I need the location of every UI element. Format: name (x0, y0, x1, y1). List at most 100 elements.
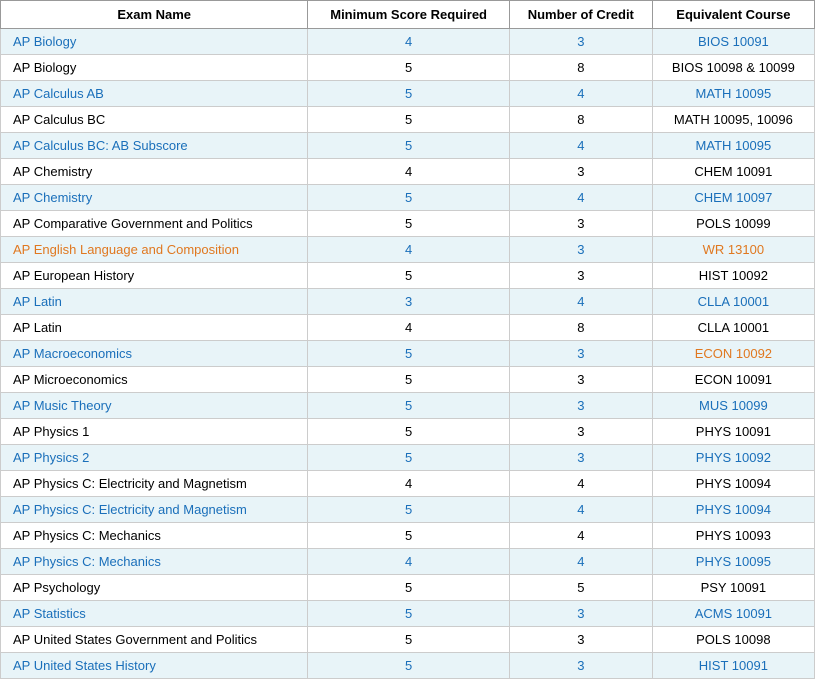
credits-cell: 4 (509, 471, 652, 497)
exam-name-cell: AP Statistics (1, 601, 308, 627)
equivalent-course-cell: CLLA 10001 (652, 289, 814, 315)
exam-name-cell: AP Chemistry (1, 185, 308, 211)
column-header: Number of Credit (509, 1, 652, 29)
min-score-cell: 5 (308, 55, 510, 81)
table-row: AP Biology58BIOS 10098 & 10099 (1, 55, 815, 81)
exam-name-cell: AP English Language and Composition (1, 237, 308, 263)
equivalent-course-cell: POLS 10099 (652, 211, 814, 237)
equivalent-course-cell: ACMS 10091 (652, 601, 814, 627)
table-row: AP Chemistry54CHEM 10097 (1, 185, 815, 211)
equivalent-course-cell: MUS 10099 (652, 393, 814, 419)
table-row: AP Chemistry43CHEM 10091 (1, 159, 815, 185)
min-score-cell: 5 (308, 367, 510, 393)
min-score-cell: 4 (308, 471, 510, 497)
table-row: AP United States Government and Politics… (1, 627, 815, 653)
min-score-cell: 5 (308, 523, 510, 549)
table-row: AP Physics C: Mechanics44PHYS 10095 (1, 549, 815, 575)
credits-cell: 8 (509, 315, 652, 341)
column-header: Exam Name (1, 1, 308, 29)
credits-cell: 3 (509, 211, 652, 237)
equivalent-course-cell: BIOS 10091 (652, 29, 814, 55)
min-score-cell: 5 (308, 627, 510, 653)
table-row: AP Physics C: Mechanics54PHYS 10093 (1, 523, 815, 549)
table-row: AP Comparative Government and Politics53… (1, 211, 815, 237)
credits-cell: 3 (509, 237, 652, 263)
min-score-cell: 5 (308, 393, 510, 419)
table-row: AP Physics 153PHYS 10091 (1, 419, 815, 445)
table-row: AP Biology43BIOS 10091 (1, 29, 815, 55)
credits-cell: 4 (509, 289, 652, 315)
min-score-cell: 5 (308, 211, 510, 237)
table-row: AP Macroeconomics53ECON 10092 (1, 341, 815, 367)
credits-cell: 5 (509, 575, 652, 601)
exam-name-cell: AP Psychology (1, 575, 308, 601)
credits-cell: 3 (509, 341, 652, 367)
credits-cell: 3 (509, 159, 652, 185)
equivalent-course-cell: CHEM 10091 (652, 159, 814, 185)
min-score-cell: 5 (308, 653, 510, 679)
credits-cell: 3 (509, 445, 652, 471)
equivalent-course-cell: ECON 10092 (652, 341, 814, 367)
exam-name-cell: AP United States Government and Politics (1, 627, 308, 653)
min-score-cell: 5 (308, 497, 510, 523)
exam-name-cell: AP European History (1, 263, 308, 289)
table-row: AP Calculus AB54MATH 10095 (1, 81, 815, 107)
min-score-cell: 5 (308, 575, 510, 601)
table-row: AP Physics C: Electricity and Magnetism4… (1, 471, 815, 497)
credits-cell: 3 (509, 263, 652, 289)
exam-name-cell: AP Biology (1, 55, 308, 81)
table-row: AP United States History53HIST 10091 (1, 653, 815, 679)
credits-cell: 4 (509, 549, 652, 575)
equivalent-course-cell: WR 13100 (652, 237, 814, 263)
min-score-cell: 5 (308, 341, 510, 367)
equivalent-course-cell: HIST 10092 (652, 263, 814, 289)
exam-name-cell: AP Latin (1, 315, 308, 341)
equivalent-course-cell: MATH 10095 (652, 81, 814, 107)
min-score-cell: 4 (308, 29, 510, 55)
equivalent-course-cell: PHYS 10091 (652, 419, 814, 445)
column-header: Minimum Score Required (308, 1, 510, 29)
table-row: AP Physics C: Electricity and Magnetism5… (1, 497, 815, 523)
min-score-cell: 5 (308, 445, 510, 471)
exam-name-cell: AP United States History (1, 653, 308, 679)
credits-cell: 3 (509, 653, 652, 679)
table-row: AP Calculus BC: AB Subscore54MATH 10095 (1, 133, 815, 159)
exam-name-cell: AP Physics C: Mechanics (1, 549, 308, 575)
ap-credits-table: Exam NameMinimum Score RequiredNumber of… (0, 0, 815, 679)
min-score-cell: 5 (308, 601, 510, 627)
credits-cell: 3 (509, 419, 652, 445)
equivalent-course-cell: PHYS 10094 (652, 471, 814, 497)
equivalent-course-cell: PSY 10091 (652, 575, 814, 601)
min-score-cell: 4 (308, 237, 510, 263)
exam-name-cell: AP Music Theory (1, 393, 308, 419)
credits-cell: 3 (509, 601, 652, 627)
table-row: AP Calculus BC58MATH 10095, 10096 (1, 107, 815, 133)
exam-name-cell: AP Physics C: Electricity and Magnetism (1, 497, 308, 523)
exam-name-cell: AP Physics 1 (1, 419, 308, 445)
min-score-cell: 3 (308, 289, 510, 315)
equivalent-course-cell: HIST 10091 (652, 653, 814, 679)
min-score-cell: 5 (308, 185, 510, 211)
table-row: AP Latin48CLLA 10001 (1, 315, 815, 341)
min-score-cell: 4 (308, 315, 510, 341)
equivalent-course-cell: ECON 10091 (652, 367, 814, 393)
min-score-cell: 5 (308, 107, 510, 133)
credits-cell: 3 (509, 367, 652, 393)
table-row: AP Statistics53ACMS 10091 (1, 601, 815, 627)
equivalent-course-cell: BIOS 10098 & 10099 (652, 55, 814, 81)
credits-cell: 4 (509, 133, 652, 159)
equivalent-course-cell: MATH 10095, 10096 (652, 107, 814, 133)
min-score-cell: 4 (308, 549, 510, 575)
credits-cell: 3 (509, 627, 652, 653)
exam-name-cell: AP Physics C: Mechanics (1, 523, 308, 549)
exam-name-cell: AP Macroeconomics (1, 341, 308, 367)
equivalent-course-cell: PHYS 10092 (652, 445, 814, 471)
exam-name-cell: AP Physics C: Electricity and Magnetism (1, 471, 308, 497)
min-score-cell: 4 (308, 159, 510, 185)
exam-name-cell: AP Calculus BC (1, 107, 308, 133)
exam-name-cell: AP Comparative Government and Politics (1, 211, 308, 237)
table-row: AP English Language and Composition43WR … (1, 237, 815, 263)
equivalent-course-cell: PHYS 10095 (652, 549, 814, 575)
exam-name-cell: AP Latin (1, 289, 308, 315)
table-row: AP European History53HIST 10092 (1, 263, 815, 289)
